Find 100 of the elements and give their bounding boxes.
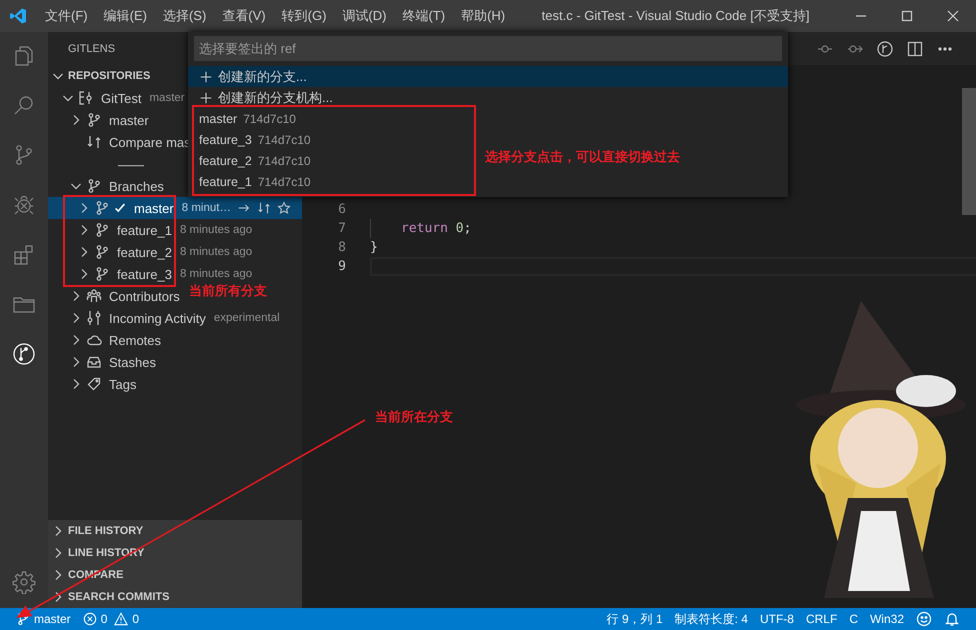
tree-item-label: Incoming Activity [109,310,206,326]
menu-item[interactable]: 调试(D) [334,1,394,31]
branch-icon [94,200,110,216]
tree-row[interactable]: Branches [48,175,170,197]
status-item[interactable]: CRLF [800,612,844,626]
branch-icon [86,178,102,194]
item-label: 创建新的分支... [218,68,307,86]
tree-item-label: master [109,112,149,128]
tree-item-label: Remotes [109,332,162,348]
sidebar-title: GITLENS [68,42,116,54]
line-number: 6 [337,201,347,219]
tree-item-description: 8 minutes ago [180,246,252,258]
item-label: feature_3 [199,132,252,146]
tree-item-label: Stashes [109,354,156,370]
tree-row[interactable]: GitTest master [48,87,191,109]
sliders-icon [86,310,102,326]
tree-item-label: GitTest [101,90,142,106]
tree-item-label: master [134,200,174,216]
split-editor-icon[interactable] [907,40,923,56]
repository-icon [78,90,94,106]
tree-row[interactable]: feature_2 8 minutes ago [48,241,258,263]
status-item[interactable]: Win32 [864,612,910,626]
star-icon[interactable] [276,201,291,215]
tree-item-label: feature_1 [117,222,172,238]
annotation-note: 当前所在分支 [375,409,453,426]
quick-pick-item[interactable]: master 714d7c10 [188,108,304,129]
branch-icon [86,112,102,128]
panel-header[interactable]: SEARCH COMMITS [48,586,302,608]
quick-pick-item[interactable]: 创建新的分支... [188,66,788,87]
menu-item[interactable]: 终端(T) [394,1,454,31]
feedback-icon[interactable] [916,611,932,627]
branch-icon [94,266,110,282]
tree-item-description: 8 minut… [182,202,231,214]
tree-item-label: feature_2 [117,244,172,260]
menu-item[interactable]: 查看(V) [214,1,274,31]
tree-item-label: —— [118,156,144,172]
tree-row[interactable]: master 8 minut… [48,197,302,219]
tree-row[interactable]: feature_3 8 minutes ago [48,263,258,285]
tree-row[interactable]: Incoming Activity experimental [48,307,286,329]
menu-item[interactable]: 编辑(E) [96,1,155,31]
tree-item-description: 8 minutes ago [180,224,252,236]
tree-item-description: experimental [214,312,280,324]
branch-icon [16,612,30,626]
compare-icon [86,134,102,150]
inbox-icon [86,354,102,370]
menu-item[interactable]: 文件(F) [37,1,96,31]
item-label: feature_1 [199,174,252,188]
status-item[interactable]: 制表符长度: 4 [668,610,754,628]
item-label: master [199,112,238,126]
error-icon [82,612,97,626]
tree-row[interactable]: feature_1 8 minutes ago [48,219,258,241]
item-description: 714d7c10 [258,174,311,188]
tree-item-label: Branches [109,178,164,194]
tree-row[interactable]: Stashes [48,351,162,373]
tree-row[interactable]: —— [48,153,150,175]
tree-row[interactable]: master [48,109,155,131]
quick-pick-item[interactable]: feature_3 714d7c10 [188,129,319,150]
quick-pick-item[interactable]: feature_1 714d7c10 [188,171,319,192]
warning-icon [114,612,128,626]
tree-item-label: Tags [109,376,136,392]
status-item[interactable]: UTF-8 [754,612,800,626]
compare-icon[interactable] [256,201,271,215]
annotation-note: 当前所有分支 [189,283,267,300]
tree-item-description: 8 minutes ago [180,268,252,280]
line-number: 9 [337,258,347,276]
item-description: 714d7c10 [243,112,296,126]
tree-item-label: Contributors [109,288,180,304]
people-icon [86,288,102,304]
tree-row[interactable]: Tags [48,373,142,395]
annotation-note: 选择分支点击，可以直接切换过去 [485,148,680,166]
window-title: test.c - GitTest - Visual Studio Code [不受支持] [540,7,810,25]
item-description: 714d7c10 [258,132,311,146]
status-item[interactable]: 行 9，列 1 [600,610,669,628]
item-description: 714d7c10 [258,154,311,168]
search-field[interactable]: 选择要签出的 ref [194,36,782,61]
panel-header[interactable]: FILE HISTORY [48,520,302,542]
plus-icon [199,90,213,104]
menu-item[interactable]: 帮助(H) [453,1,514,31]
scrollbar-thumb[interactable] [962,88,976,215]
branch-icon [94,222,110,238]
tree-item-label: feature_3 [117,266,172,282]
item-label: feature_2 [199,154,252,168]
menu-item[interactable]: 转到(G) [274,1,334,31]
branch-status-item[interactable]: master [10,612,77,626]
quick-pick-item[interactable]: 创建新的分支机构... [188,87,341,108]
status-item[interactable]: C [843,612,864,626]
notification-icon[interactable] [944,611,960,627]
item-label: 创建新的分支机构... [218,88,333,106]
app-logo-icon [9,7,27,25]
branch-icon [94,244,110,260]
tree-row[interactable]: Contributors [48,285,186,307]
tree-row[interactable]: Remotes [48,329,168,351]
git-circle-icon[interactable] [877,40,893,56]
tag-icon [86,376,102,392]
plus-icon [199,70,213,84]
tree-item-description: master [149,92,185,104]
line-number: 8 [337,239,347,257]
problems-status-item[interactable]: 0 0 [76,612,146,626]
menu-item[interactable]: 选择(S) [154,1,214,31]
quick-pick-item[interactable]: feature_2 714d7c10 [188,150,319,171]
